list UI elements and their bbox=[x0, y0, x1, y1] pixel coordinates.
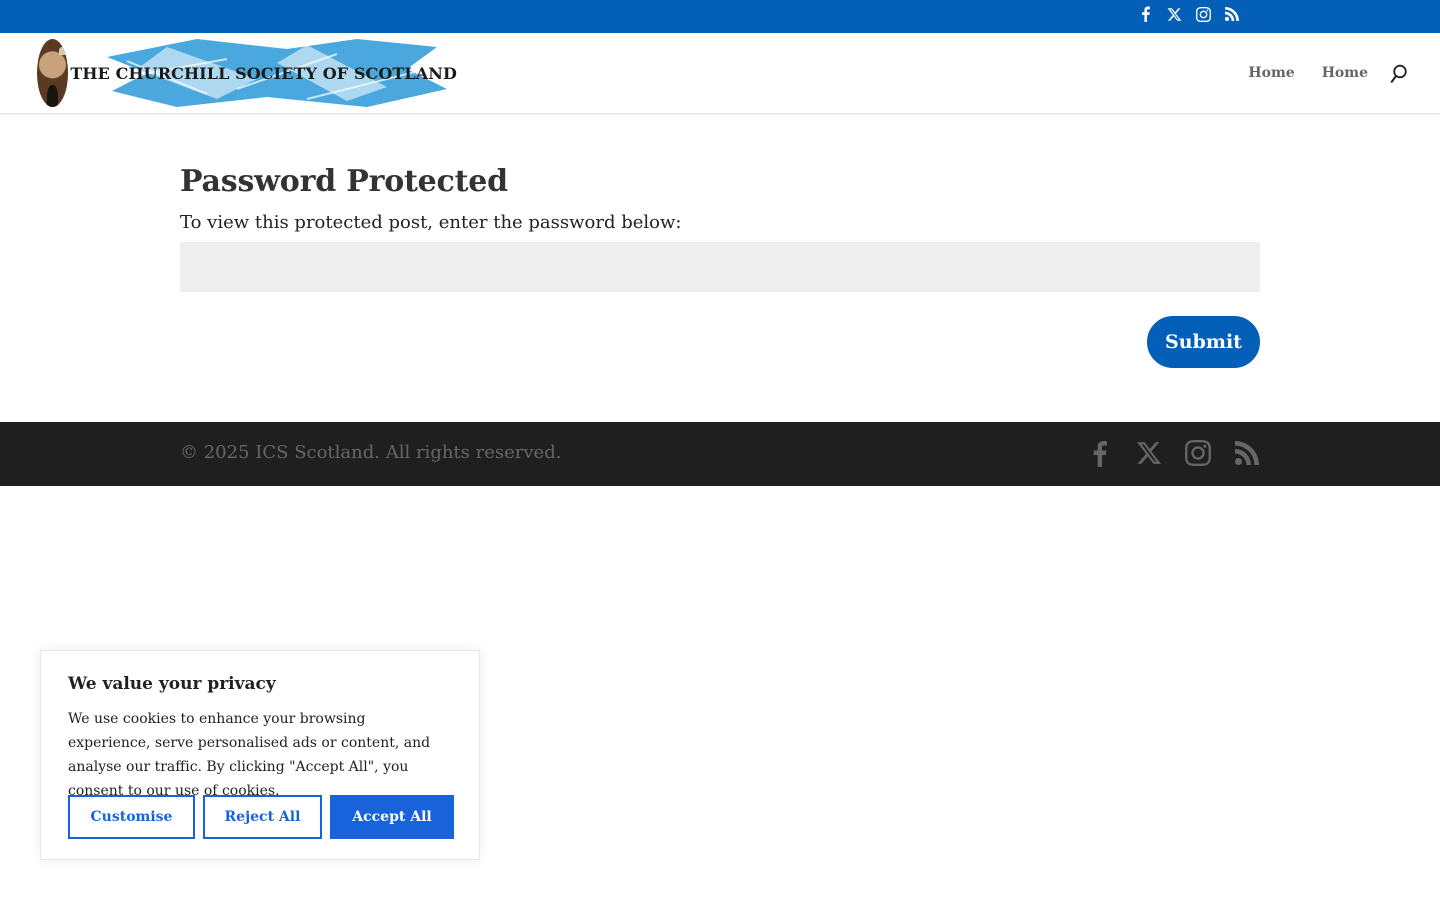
top-social-links bbox=[1137, 6, 1240, 22]
search-icon[interactable] bbox=[1390, 64, 1408, 84]
password-input[interactable] bbox=[180, 242, 1260, 292]
cookie-consent-banner: We value your privacy We use cookies to … bbox=[40, 650, 480, 860]
x-twitter-icon[interactable] bbox=[1166, 6, 1182, 22]
nav-item-home[interactable]: Home bbox=[1248, 65, 1294, 81]
copyright-text: © 2025 ICS Scotland. All rights reserved… bbox=[180, 442, 562, 463]
instagram-icon[interactable] bbox=[1195, 6, 1211, 22]
footer-social-links bbox=[1086, 438, 1260, 468]
facebook-icon[interactable] bbox=[1137, 6, 1153, 22]
rss-icon[interactable] bbox=[1233, 438, 1260, 468]
rss-icon[interactable] bbox=[1224, 6, 1240, 22]
cookie-actions: Customise Reject All Accept All bbox=[68, 795, 454, 839]
x-twitter-icon[interactable] bbox=[1135, 438, 1162, 468]
main-nav: Home Home bbox=[1248, 65, 1368, 81]
nav-item-home-2[interactable]: Home bbox=[1322, 65, 1368, 81]
logo-text: THE CHURCHILL SOCIETY OF SCOTLAND bbox=[70, 63, 457, 83]
cookie-description: We use cookies to enhance your browsing … bbox=[68, 711, 431, 799]
password-instructions: To view this protected post, enter the p… bbox=[180, 212, 682, 233]
reject-all-button[interactable]: Reject All bbox=[203, 795, 322, 839]
submit-button[interactable]: Submit bbox=[1147, 316, 1260, 368]
cookie-title: We value your privacy bbox=[68, 674, 276, 694]
instagram-icon[interactable] bbox=[1184, 438, 1211, 468]
facebook-icon[interactable] bbox=[1086, 438, 1113, 468]
customise-button[interactable]: Customise bbox=[68, 795, 195, 839]
accept-all-button[interactable]: Accept All bbox=[330, 795, 454, 839]
page-title: Password Protected bbox=[180, 164, 508, 199]
main-content: Password Protected To view this protecte… bbox=[180, 162, 1260, 368]
top-bar bbox=[0, 0, 1440, 33]
site-footer: © 2025 ICS Scotland. All rights reserved… bbox=[0, 422, 1440, 486]
churchill-portrait-image bbox=[37, 39, 69, 107]
site-logo[interactable]: THE CHURCHILL SOCIETY OF SCOTLAND bbox=[37, 39, 457, 107]
site-header: THE CHURCHILL SOCIETY OF SCOTLAND Home H… bbox=[0, 33, 1440, 114]
